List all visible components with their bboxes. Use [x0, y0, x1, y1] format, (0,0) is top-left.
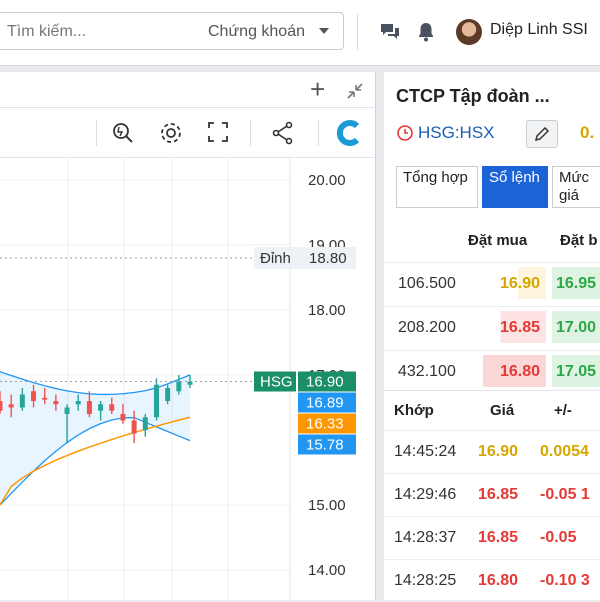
candle-body: [42, 397, 48, 400]
ticker-symbol[interactable]: HSG:HSX: [418, 123, 495, 143]
order-book-row[interactable]: 432.100 16.80 17.05: [384, 350, 600, 393]
trade-price: 16.90: [478, 443, 519, 460]
brand-logo-icon: [336, 120, 360, 146]
candle-body: [153, 384, 159, 418]
trade-time: 14:28:25: [394, 572, 457, 589]
price-tick-label: 14.00: [308, 562, 346, 579]
clock-icon: [397, 125, 413, 141]
trade-change: -0.05: [540, 529, 577, 546]
divider: [384, 390, 600, 391]
detail-tabs: Tổng hợp Sổ lệnh Mức giá: [396, 166, 600, 208]
change-column-header: +/-: [554, 402, 572, 419]
trade-change: -0.05 1: [540, 486, 590, 503]
candle-body: [176, 381, 182, 392]
moving-average-badge-text: 16.33: [306, 416, 344, 433]
bollinger-lower-badge-text: 15.78: [306, 437, 344, 454]
candle-body: [131, 420, 137, 434]
user-name[interactable]: Diệp Linh SSI: [490, 21, 588, 39]
candle-body: [31, 391, 37, 401]
price-change-value: 0.: [580, 123, 595, 142]
trade-time: 14:45:24: [394, 443, 457, 460]
tab-summary[interactable]: Tổng hợp: [396, 166, 478, 208]
collapse-icon[interactable]: [344, 80, 366, 102]
chevron-down-icon[interactable]: [319, 28, 329, 34]
symbol-badge-text: HSG: [260, 374, 293, 391]
price-tick-label: 18.00: [308, 302, 346, 319]
matched-trade-row: 14:45:24 16.90 0.0054: [384, 430, 600, 473]
candle-body: [109, 404, 115, 411]
candle-body: [75, 401, 81, 405]
matched-trade-row: 14:28:37 16.85 -0.05: [384, 516, 600, 559]
trade-time: 14:29:46: [394, 486, 457, 503]
bid-column-header: Đặt mua: [468, 232, 528, 249]
gear-icon[interactable]: [158, 120, 184, 146]
peak-value: 18.80: [309, 250, 347, 267]
tab-order-book[interactable]: Sổ lệnh: [482, 166, 548, 208]
chart-toolbar: [0, 108, 376, 158]
candle-body: [120, 414, 126, 421]
candle-body: [86, 401, 92, 414]
bid-price[interactable]: 16.80: [476, 355, 546, 387]
bell-icon[interactable]: [414, 20, 438, 44]
price-column-header: Giá: [490, 402, 515, 419]
top-bar: Tìm kiếm... Chứng khoán Diệp Linh SSI: [0, 0, 600, 66]
peak-label: Đỉnh: [260, 250, 291, 267]
candle-body: [0, 401, 3, 411]
bid-volume: 432.100: [398, 363, 456, 380]
avatar[interactable]: [456, 19, 482, 45]
trade-price: 16.85: [478, 486, 519, 503]
stock-detail-panel: CTCP Tập đoàn ... HSG:HSX 0. Tổng hợp Sổ…: [384, 72, 600, 600]
tab-price-levels[interactable]: Mức giá: [552, 166, 600, 208]
order-book-row[interactable]: 208.200 16.85 17.00: [384, 306, 600, 349]
last-price-badge-text: 16.90: [306, 374, 344, 391]
candlestick-chart[interactable]: 20.0019.0018.0017.0015.0014.00Đỉnh18.801…: [0, 158, 376, 600]
candle-body: [19, 394, 25, 408]
toolbar-divider: [318, 120, 319, 146]
candle-body: [64, 407, 70, 414]
bollinger-band-fill: [0, 371, 190, 505]
zoom-search-icon[interactable]: [110, 120, 136, 146]
ask-column-header: Đặt b: [560, 232, 598, 249]
toolbar-divider: [96, 120, 97, 146]
ask-price[interactable]: 17.00: [552, 311, 600, 343]
price-tick-label: 20.00: [308, 172, 346, 189]
bid-volume: 106.500: [398, 275, 456, 292]
search-filter-select[interactable]: Chứng khoán: [208, 23, 305, 41]
bid-volume: 208.200: [398, 319, 456, 336]
ask-price[interactable]: 16.95: [552, 267, 600, 299]
candle-body: [53, 401, 59, 405]
trade-price: 16.85: [478, 529, 519, 546]
chat-icon[interactable]: [378, 20, 402, 44]
time-column-header: Khớp: [394, 402, 434, 419]
edit-button[interactable]: [526, 120, 558, 148]
bid-price[interactable]: 16.90: [476, 267, 546, 299]
order-book-row[interactable]: 106.500 16.90 16.95: [384, 262, 600, 305]
candle-body: [98, 404, 104, 411]
matched-trade-row: 14:28:25 16.80 -0.10 3: [384, 559, 600, 602]
search-input[interactable]: Tìm kiếm...: [7, 23, 86, 41]
company-name: CTCP Tập đoàn ...: [396, 86, 550, 106]
price-tick-label: 15.00: [308, 497, 346, 514]
chart-panel: + 20.0019.0018.0017.0015.0014.00Đỉnh18.8…: [0, 72, 376, 600]
pencil-icon: [534, 126, 550, 142]
share-icon[interactable]: [270, 120, 296, 146]
chart-header: +: [0, 72, 376, 108]
trade-change: 0.0054: [540, 443, 589, 460]
trade-time: 14:28:37: [394, 529, 457, 546]
divider: [357, 14, 358, 50]
candle-body: [142, 417, 148, 431]
bollinger-upper-badge-text: 16.89: [306, 395, 344, 412]
search-box[interactable]: Tìm kiếm... Chứng khoán: [0, 12, 344, 50]
toolbar-divider: [250, 120, 251, 146]
trade-change: -0.10 3: [540, 572, 590, 589]
fullscreen-icon[interactable]: [206, 120, 230, 144]
matched-trade-row: 14:29:46 16.85 -0.05 1: [384, 473, 600, 516]
add-panel-button[interactable]: +: [310, 74, 325, 105]
candle-body: [8, 404, 14, 408]
candle-body: [165, 388, 171, 401]
ask-price[interactable]: 17.05: [552, 355, 600, 387]
bid-price[interactable]: 16.85: [476, 311, 546, 343]
trade-price: 16.80: [478, 572, 519, 589]
